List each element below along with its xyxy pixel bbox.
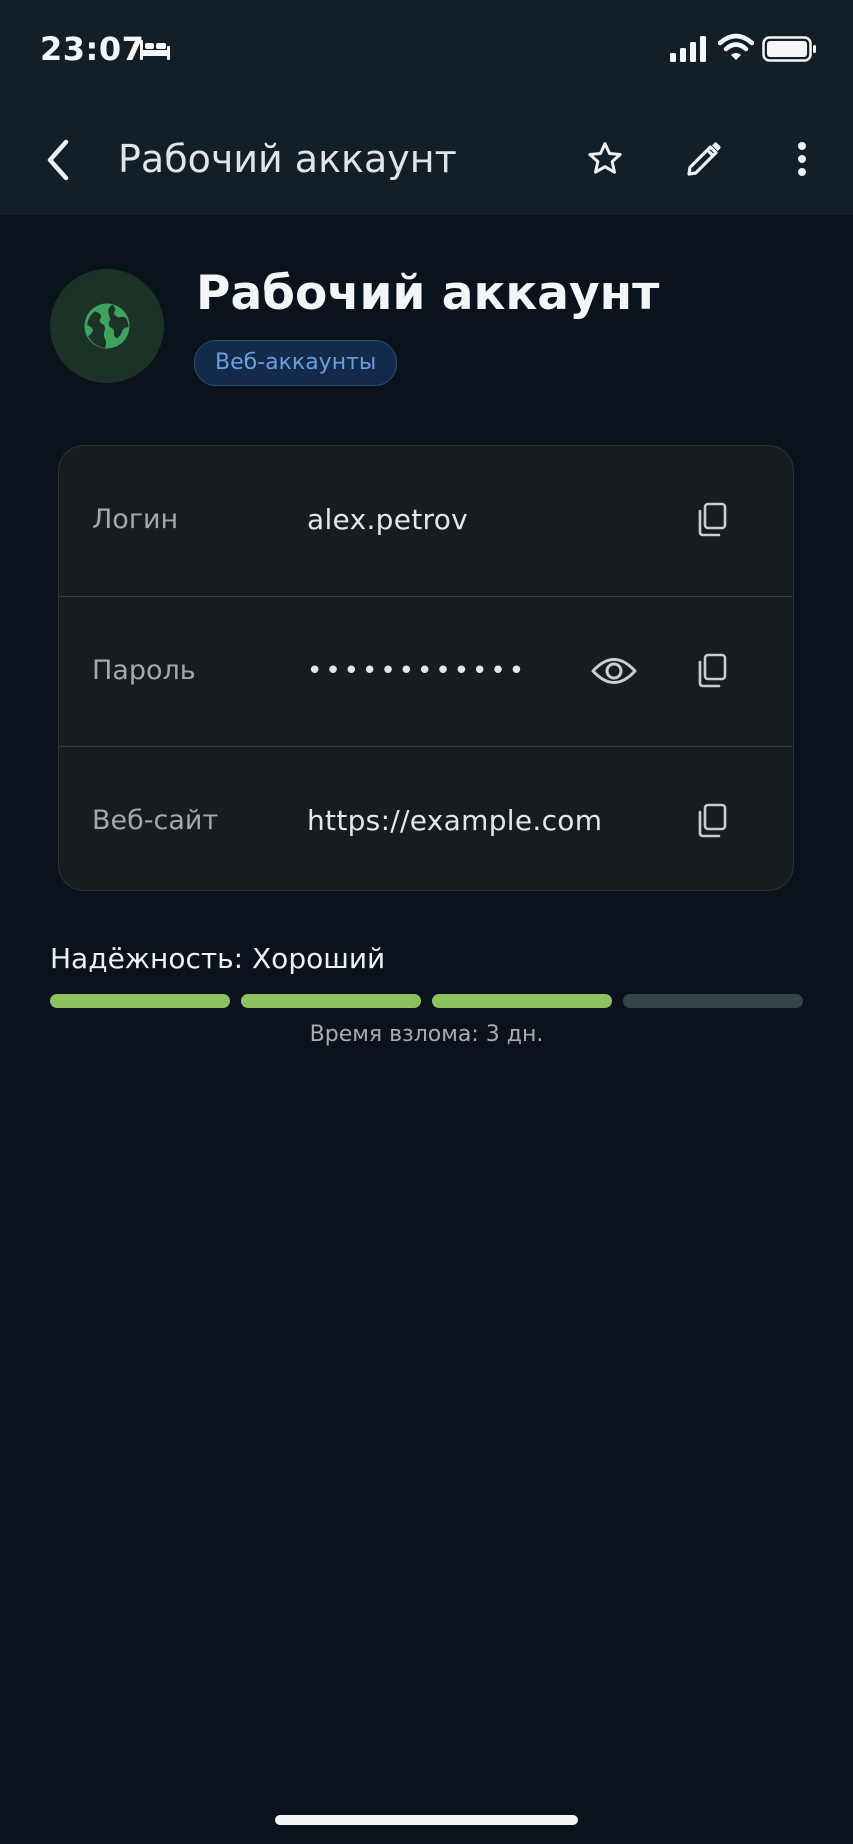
copy-icon (698, 653, 727, 688)
entry-title: Рабочий аккаунт (196, 266, 660, 321)
password-label: Пароль (92, 655, 196, 686)
copy-website-button[interactable] (689, 799, 733, 843)
copy-icon (698, 803, 727, 838)
login-value[interactable]: alex.petrov (307, 446, 468, 594)
strength-label: Надёжность: Хороший (50, 942, 386, 975)
strength-segment (241, 994, 421, 1008)
show-password-button[interactable] (586, 647, 642, 695)
strength-segment (623, 994, 803, 1008)
copy-icon (698, 502, 727, 537)
entry-avatar (50, 269, 164, 383)
home-indicator[interactable] (275, 1815, 578, 1825)
more-options-button[interactable] (780, 131, 824, 187)
copy-login-button[interactable] (689, 498, 733, 542)
app-bar: Рабочий аккаунт (0, 105, 853, 215)
app-bar-title: Рабочий аккаунт (118, 137, 457, 181)
edit-button[interactable] (679, 131, 729, 187)
password-value[interactable]: •••••••••••• (307, 597, 527, 745)
login-label: Логин (92, 504, 179, 535)
fields-card: Логин alex.petrov Пароль •••••••••••• Ве… (58, 445, 794, 891)
cellular-signal-icon (670, 36, 710, 66)
back-button[interactable] (36, 132, 80, 188)
strength-meter (50, 994, 803, 1008)
more-vert-icon (798, 142, 806, 176)
website-value[interactable]: https://example.com (307, 747, 602, 890)
strength-segment (432, 994, 612, 1008)
status-time: 23:07 (40, 30, 145, 68)
strength-segment (50, 994, 230, 1008)
crack-time: Время взлома: 3 дн. (309, 1022, 544, 1047)
website-label: Веб-сайт (92, 805, 219, 836)
battery-icon (762, 36, 818, 66)
bed-icon (138, 38, 172, 66)
pencil-icon (687, 142, 721, 176)
website-row: Веб-сайт https://example.com (59, 746, 793, 890)
chevron-left-icon (47, 139, 69, 181)
login-row: Логин alex.petrov (59, 446, 793, 596)
copy-password-button[interactable] (689, 649, 733, 693)
favorite-button[interactable] (580, 131, 630, 187)
wifi-icon (717, 32, 755, 66)
category-chip[interactable]: Веб-аккаунты (194, 340, 398, 386)
status-bar: 23:07 (0, 0, 853, 105)
globe-icon (84, 303, 130, 349)
password-row: Пароль •••••••••••• (59, 596, 793, 747)
star-icon (588, 142, 622, 174)
eye-icon (591, 658, 637, 684)
